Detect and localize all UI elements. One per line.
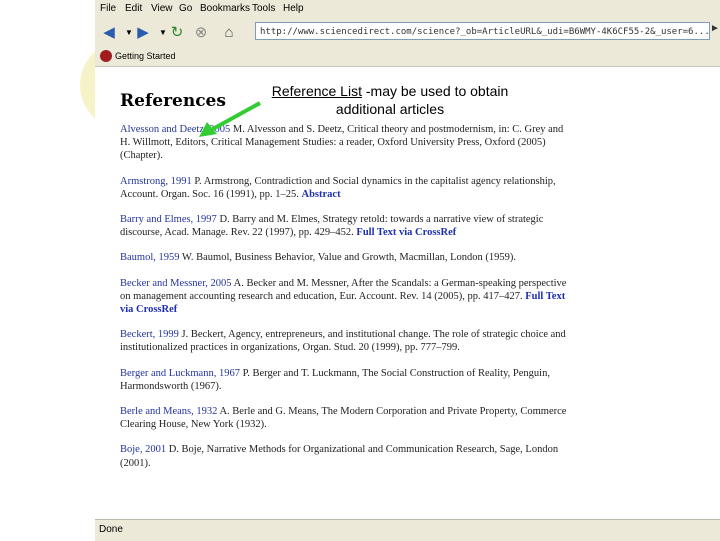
menu-file[interactable]: File	[100, 3, 116, 14]
callout-arrow-icon	[199, 101, 261, 137]
reference-item: Beckert, 1999 J. Beckert, Agency, entrep…	[120, 328, 570, 354]
home-icon[interactable]: ⌂	[219, 22, 239, 42]
reference-item: Boje, 2001 D. Boje, Narrative Methods fo…	[120, 443, 570, 469]
reference-item: Becker and Messner, 2005 A. Becker and M…	[120, 277, 570, 317]
status-text: Done	[99, 524, 123, 535]
reference-item: Berle and Means, 1932 A. Berle and G. Me…	[120, 405, 570, 431]
page-content: References Alvesson and Deetz, 2005 M. A…	[95, 67, 720, 519]
reference-list: Alvesson and Deetz, 2005 M. Alvesson and…	[120, 123, 570, 482]
browser-window: File Edit View Go Bookmarks Tools Help ◀…	[95, 0, 720, 541]
go-icon[interactable]: ►	[710, 23, 720, 34]
callout-link-text: Reference List	[271, 83, 362, 99]
address-bar[interactable]: http://www.sciencedirect.com/science?_ob…	[255, 22, 710, 40]
back-icon[interactable]: ◀	[99, 22, 119, 42]
reference-text: D. Boje, Narrative Methods for Organizat…	[120, 444, 559, 469]
reference-item: Armstrong, 1991 P. Armstrong, Contradict…	[120, 175, 570, 201]
menu-go[interactable]: Go	[179, 3, 192, 14]
reference-item: Alvesson and Deetz, 2005 M. Alvesson and…	[120, 123, 570, 163]
menu-view[interactable]: View	[151, 3, 173, 14]
bookmarks-toolbar: Getting Started	[95, 46, 720, 67]
menu-edit[interactable]: Edit	[125, 3, 142, 14]
full-text-link[interactable]: Full Text via CrossRef	[356, 227, 456, 238]
menu-bar: File Edit View Go Bookmarks Tools Help	[95, 0, 720, 18]
reference-item: Baumol, 1959 W. Baumol, Business Behavio…	[120, 251, 570, 264]
reference-key[interactable]: Berger and Luckmann, 1967	[120, 368, 240, 379]
bookmark-getting-started[interactable]: Getting Started	[115, 51, 176, 61]
callout-text-line1: -may be used to obtain	[361, 83, 509, 99]
menu-help[interactable]: Help	[283, 3, 304, 14]
reference-key[interactable]: Baumol, 1959	[120, 252, 180, 263]
annotation-callout: Reference List -may be used to obtain ad…	[250, 82, 530, 118]
abstract-link[interactable]: Abstract	[302, 189, 341, 200]
reference-key[interactable]: Beckert, 1999	[120, 329, 179, 340]
reference-key[interactable]: Berle and Means, 1932	[120, 406, 217, 417]
reference-item: Barry and Elmes, 1997 D. Barry and M. El…	[120, 213, 570, 239]
forward-icon[interactable]: ▶	[133, 22, 153, 42]
stop-icon[interactable]: ⊗	[191, 22, 211, 42]
reference-text: W. Baumol, Business Behavior, Value and …	[179, 252, 517, 264]
menu-tools[interactable]: Tools	[252, 3, 275, 14]
reference-key[interactable]: Barry and Elmes, 1997	[120, 214, 217, 225]
reference-text: J. Beckert, Agency, entrepreneurs, and i…	[120, 329, 566, 354]
getting-started-icon	[100, 50, 112, 62]
reference-key[interactable]: Becker and Messner, 2005	[120, 278, 232, 289]
reload-icon[interactable]: ↻	[167, 22, 187, 42]
reference-item: Berger and Luckmann, 1967 P. Berger and …	[120, 367, 570, 393]
callout-text-line2: additional articles	[335, 101, 445, 117]
menu-bookmarks[interactable]: Bookmarks	[200, 3, 250, 14]
status-bar: Done	[95, 519, 720, 541]
reference-key[interactable]: Armstrong, 1991	[120, 176, 192, 187]
reference-key[interactable]: Boje, 2001	[120, 444, 166, 455]
